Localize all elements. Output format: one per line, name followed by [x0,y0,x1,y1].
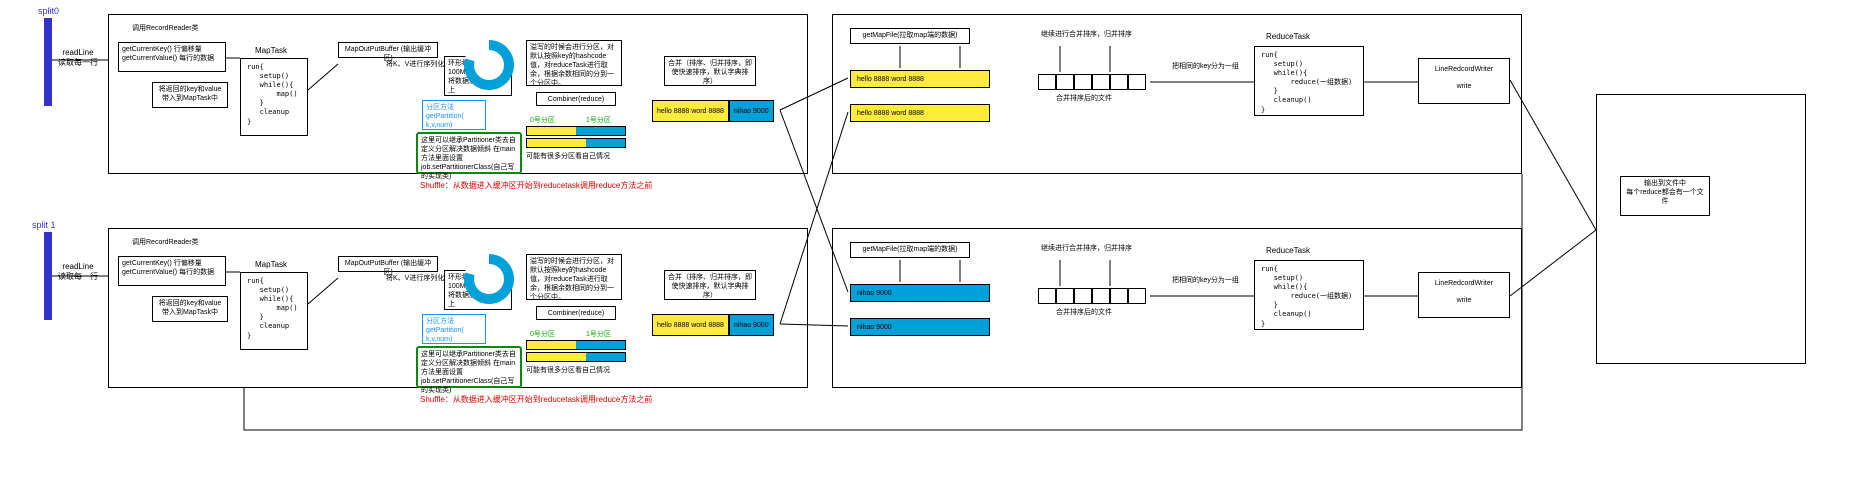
partition-call-1: 分区方法 getPartition( k,v,num) [422,314,486,344]
recordreader-title-1: 调用RecordReader类 [132,238,199,247]
p1-label-1: 1号分区 [586,330,611,339]
getmap-top: getMapFile(拉取map端的数据) [850,28,970,44]
rr-l1: getCurrentKey() 行偏移量 [122,45,222,54]
ring-buffer-icon-1 [464,254,514,304]
partitioner-note-1: 这里可以继承Partitioner类去自定义分区解决数据倾斜 在main方法里面… [416,346,522,388]
p1-label-0: 1号分区 [586,116,611,125]
recordreader-box-1: getCurrentKey() 行偏移量 getCurrentValue() 每… [118,256,226,286]
rtop-row0: hello 8888 word 8888 [850,70,990,88]
ring-buffer-icon-0 [464,40,514,90]
reducetask-title-bottom: ReduceTask [1266,246,1310,255]
rbot-row0: nihao 9000 [850,284,990,302]
out-l1: 输出到文件中 [1624,179,1706,188]
recordreader-note-0: 将返回的key和value带入到MapTask中 [152,82,228,108]
mergesort-0: 合并（排序、归并排序，即使快速排序，默认字典排序） [664,56,756,86]
group-top: 把相同的key分为一组 [1172,62,1239,71]
rtop-row1: hello 8888 word 8888 [850,104,990,122]
shuffle-note-0: Shuffle：从数据进入缓冲区开始到reducetask调用reduce方法之… [420,180,652,191]
reducetask-title-top: ReduceTask [1266,32,1310,41]
mr-a0: hello 8888 word 8888 [652,100,729,122]
readline-l1: readLine [58,48,98,58]
merge-note-top: 继续进行合并排序，归并排序 [1038,28,1168,42]
write-top: write [1422,82,1506,91]
readline-l2: 读取每一行 [58,58,98,68]
getmap-bottom: getMapFile(拉取map端的数据) [850,242,970,258]
maptask-title-0: MapTask [255,46,287,55]
mr-b1: nihao 9000 [729,314,774,336]
readline-l1b: readLine [58,262,98,272]
out-l2: 每个reduce都会有一个文件 [1624,188,1706,206]
buffer-title-1: MapOutPutBuffer (输出缓冲区) [338,256,438,272]
serialize-0: 将K、V进行序列化 [386,60,444,69]
maptask-title-1: MapTask [255,260,287,269]
partition-desc-1: 溢写的时候会进行分区，对默认按照key的hashcode值，对reduceTas… [526,254,622,300]
mr-a1: nihao 9000 [729,100,774,122]
maptask-code-0: run{ setup() while(){ map() } cleanup } [240,58,308,136]
p0-label-0: 0号分区 [530,116,555,125]
split1-bar [44,232,52,320]
output-area [1596,94,1806,364]
writer-bottom: LineRedcordWriter write [1418,272,1510,318]
split0-label: split0 [38,6,59,16]
readline-0: readLine 读取每一行 [58,48,98,69]
split0-bar [44,18,52,106]
shuffle-note-1: Shuffle：从数据进入缓冲区开始到reducetask调用reduce方法之… [420,394,652,405]
rr-l1b: getCurrentKey() 行偏移量 [122,259,222,268]
recordreader-box-0: getCurrentKey() 行偏移量 getCurrentValue() 每… [118,42,226,72]
readline-1: readLine 读取每一行 [58,262,98,283]
rbot-row1: nihao 9000 [850,318,990,336]
combiner-0: Combiner(reduce) [536,92,616,106]
partition-call-0: 分区方法 getPartition( k,v,num) [422,100,486,130]
partitioner-note-0: 这里可以继承Partitioner类去自定义分区解决数据倾斜 在main方法里面… [416,132,522,174]
writer-top: LineRedcordWriter write [1418,58,1510,104]
reducetask-code-bottom: run{ setup() while(){ reduce(一组数据) } cle… [1254,260,1364,330]
serialize-1: 将K、V进行序列化 [386,274,444,283]
buffer-title-0: MapOutPutBuffer (输出缓冲区) [338,42,438,58]
writer-name-bottom: LineRedcordWriter [1422,279,1506,288]
writer-name-top: LineRedcordWriter [1422,65,1506,74]
split1-label: split 1 [32,220,56,230]
combiner-1: Combiner(reduce) [536,306,616,320]
multipart-1: 可能有很多分区看自己情况 [526,366,610,375]
rr-l2: getCurrentValue() 每行的数据 [122,54,222,63]
readline-l2b: 读取每一行 [58,272,98,282]
recordreader-title-0: 调用RecordReader类 [132,24,199,33]
merged-file-top: 合并排序后的文件 [1056,94,1112,103]
rr-l2b: getCurrentValue() 每行的数据 [122,268,222,277]
mergesort-1: 合并（排序、归并排序，即使快速排序，默认字典排序） [664,270,756,300]
reducetask-code-top: run{ setup() while(){ reduce(一组数据) } cle… [1254,46,1364,116]
output-note: 输出到文件中 每个reduce都会有一个文件 [1620,176,1710,216]
merge-note-bottom: 继续进行合并排序，归并排序 [1038,242,1168,256]
write-bottom: write [1422,296,1506,305]
maptask-code-1: run{ setup() while(){ map() } cleanup } [240,272,308,350]
group-bottom: 把相同的key分为一组 [1172,276,1239,285]
mr-b0: hello 8888 word 8888 [652,314,729,336]
p0-label-1: 0号分区 [530,330,555,339]
partition-desc-0: 溢写的时候会进行分区，对默认按照key的hashcode值，对reduceTas… [526,40,622,86]
recordreader-note-1: 将返回的key和value带入到MapTask中 [152,296,228,322]
merged-file-bottom: 合并排序后的文件 [1056,308,1112,317]
multipart-0: 可能有很多分区看自己情况 [526,152,610,161]
